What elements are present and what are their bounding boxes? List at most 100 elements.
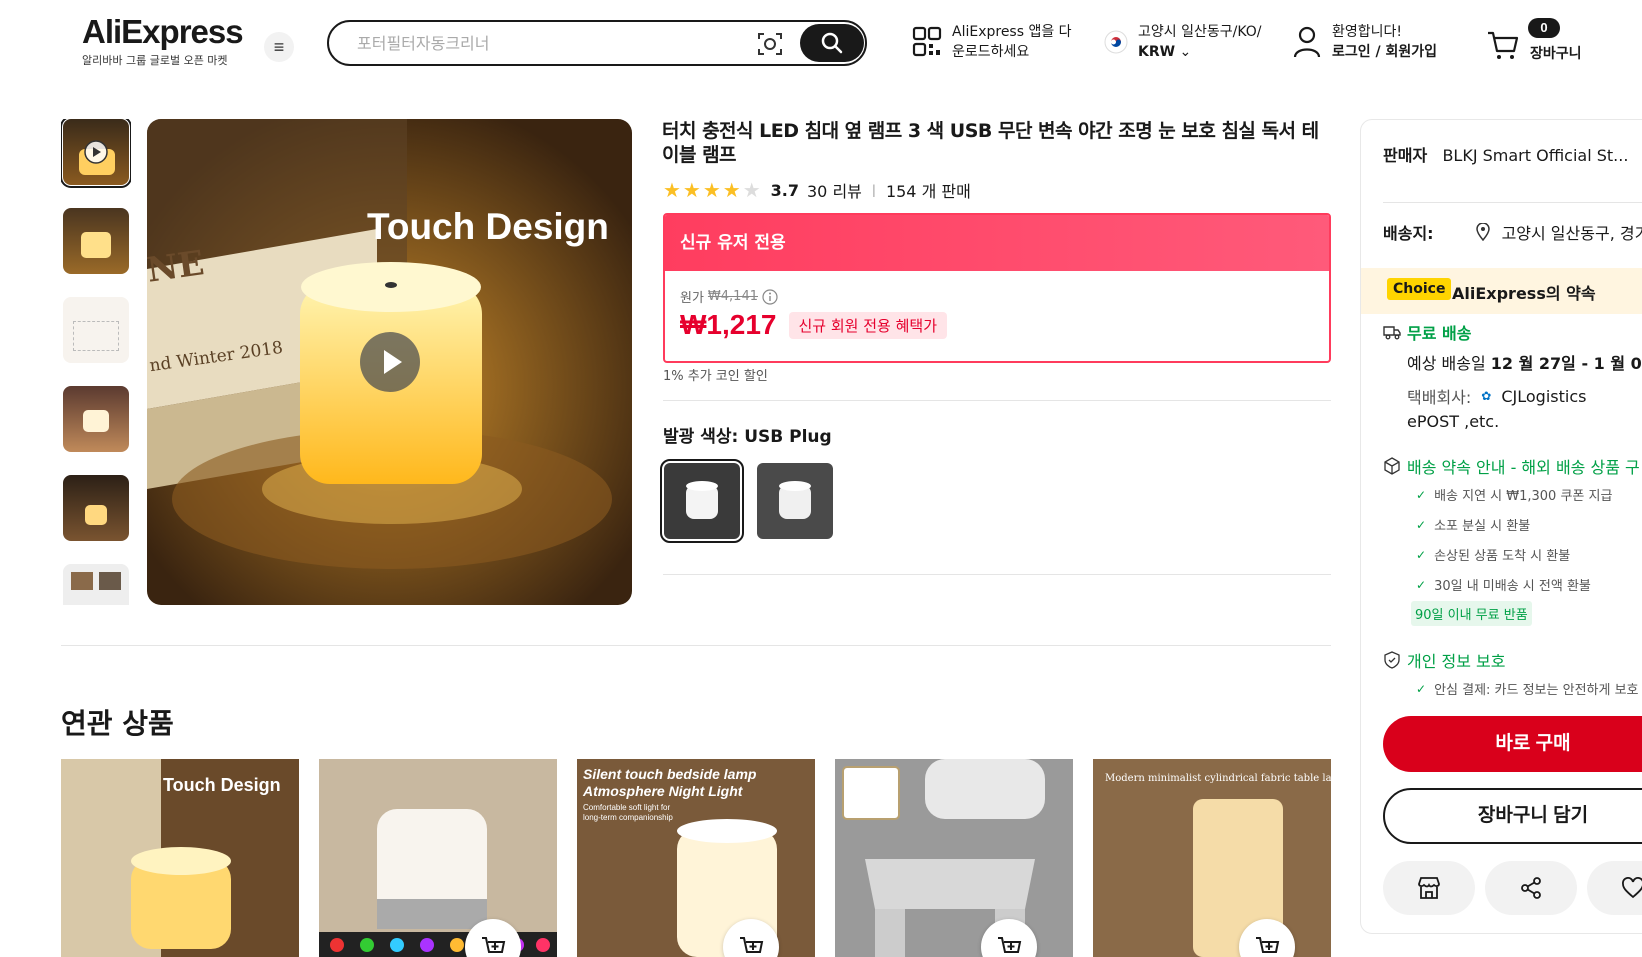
korea-flag-icon (1104, 30, 1128, 54)
check-icon: ✓ (1416, 487, 1427, 502)
region-text: 고양시 일산동구/KO/ (1138, 24, 1262, 40)
box-icon (1384, 457, 1400, 475)
store-icon (1418, 877, 1440, 899)
thumbnail-image[interactable] (63, 475, 129, 541)
welcome-text: 환영합니다! (1332, 24, 1403, 40)
related-product-card[interactable]: Modern minimalist cylindrical fabric tab… (1093, 759, 1331, 957)
card-caption: Modern minimalist cylindrical fabric tab… (1105, 773, 1331, 784)
search-bar (327, 20, 867, 66)
new-user-promo-box: 신규 유저 전용 원가 ₩4,141 ₩1,217 신규 회원 전용 혜택가 (663, 213, 1331, 363)
check-icon: ✓ (1416, 517, 1427, 532)
cart-icon (1488, 31, 1519, 59)
thumbnail-image[interactable] (63, 564, 129, 605)
separator: | (871, 183, 876, 197)
choice-promise-title: AliExpress의 약속 (1452, 284, 1596, 303)
sale-price-row: ₩1,217 신규 회원 전용 혜택가 (680, 309, 948, 341)
region-selector[interactable]: 고양시 일산동구/KO/ KRW ⌄ (1104, 22, 1261, 62)
thumbnail-list (61, 119, 131, 605)
app-download-line2: 운로드하세요 (952, 44, 1030, 60)
privacy-row[interactable]: 개인 정보 보호 (1383, 648, 1506, 672)
promo-header: 신규 유저 전용 (665, 215, 1329, 271)
add-to-cart-button[interactable]: 장바구니 담기 (1383, 788, 1642, 844)
swatch-image (664, 463, 740, 539)
add-cart-icon (482, 937, 506, 953)
wishlist-button[interactable] (1587, 861, 1642, 915)
thumbnail-video[interactable] (61, 119, 131, 188)
promise-item: ✓ 손상된 상품 도착 시 환불 (1416, 545, 1570, 565)
card-caption-4: long-term companionship (583, 813, 673, 822)
share-button[interactable] (1485, 861, 1577, 915)
divider (61, 645, 1331, 646)
privacy-text: 안심 결제: 카드 정보는 안전하게 보호 (1434, 683, 1639, 698)
estimated-delivery-dates: 12 월 27일 - 1 월 0 (1490, 354, 1642, 373)
main-product-image[interactable]: Touch Design NE nd Winter 2018 (147, 119, 632, 605)
share-icon (1521, 877, 1541, 899)
main-image-caption: Touch Design (367, 206, 609, 247)
promise-text: 30일 내 미배송 시 전액 환불 (1434, 579, 1591, 594)
thumbnail-image[interactable] (63, 208, 129, 274)
divider (663, 574, 1331, 575)
aliexpress-logo[interactable]: AliExpress 알리바바 그룹 글로벌 오픈 마켓 (82, 13, 244, 68)
heart-icon (1622, 877, 1642, 899)
free-shipping-text: 무료 배송 (1407, 324, 1472, 343)
play-video-icon[interactable] (359, 331, 421, 393)
ship-to-value: 고양시 일산동구, 경기도 (1501, 224, 1642, 243)
sold-count: 154 개 판매 (885, 182, 971, 201)
ship-to-row[interactable]: 배송지: 고양시 일산동구, 경기도 (1383, 220, 1642, 244)
courier-row: 택배회사: ✿ CJLogistics (1407, 384, 1586, 408)
info-icon[interactable] (762, 288, 778, 305)
related-product-card[interactable] (835, 759, 1073, 957)
thumbnail-image[interactable] (63, 386, 129, 452)
delivery-promise-title: 배송 약속 안내 - 해외 배송 상품 구 (1407, 458, 1640, 477)
thumbnail-image[interactable] (63, 297, 129, 363)
purchase-side-panel: 판매자 BLKJ Smart Official St... 배송지: 고양시 일… (1360, 119, 1642, 934)
add-cart-icon (740, 937, 764, 953)
product-thumbnail (835, 759, 1073, 957)
image-search-icon[interactable] (757, 31, 783, 57)
card-caption-1: Silent touch bedside lamp (583, 766, 757, 782)
play-icon (84, 140, 108, 164)
search-input[interactable] (357, 31, 737, 55)
free-return-badge: 90일 이내 무료 반품 (1411, 601, 1532, 626)
sale-price: ₩1,217 (680, 309, 777, 340)
user-icon (1293, 26, 1321, 58)
promise-text: 배송 지연 시 ₩1,300 쿠폰 지급 (1434, 489, 1613, 504)
related-product-card[interactable]: Silent touch bedside lamp Atmosphere Nig… (577, 759, 815, 957)
location-pin-icon (1475, 223, 1490, 241)
review-count-link[interactable]: 30 리뷰 (807, 178, 862, 202)
search-button[interactable] (800, 24, 864, 62)
buy-now-button[interactable]: 바로 구매 (1383, 716, 1642, 772)
related-products-title: 연관 상품 (61, 707, 174, 740)
hamburger-icon[interactable]: ≡ (264, 32, 294, 62)
courier-label: 택배회사: (1407, 388, 1472, 407)
color-option-rechargeable[interactable] (757, 463, 833, 539)
qr-code-icon (912, 26, 942, 57)
check-icon: ✓ (1416, 547, 1427, 562)
logo-subtitle: 알리바바 그룹 글로벌 오픈 마켓 (82, 54, 228, 67)
check-icon: ✓ (1416, 577, 1427, 592)
login-signup-link[interactable]: 로그인 / 회원가입 (1332, 42, 1437, 62)
ship-to-label: 배송지: (1383, 224, 1434, 243)
currency-text: KRW (1138, 44, 1176, 60)
account-menu[interactable]: 환영합니다! 로그인 / 회원가입 (1292, 22, 1437, 62)
seller-name-link[interactable]: BLKJ Smart Official St... (1442, 146, 1628, 165)
related-product-card[interactable] (319, 759, 557, 957)
logo-text: AliExpress (82, 13, 244, 50)
color-option-usb-plug[interactable] (660, 459, 744, 543)
app-download[interactable]: AliExpress 앱을 다 운로드하세요 (912, 22, 1072, 62)
card-caption-2: Atmosphere Night Light (583, 783, 743, 799)
store-button[interactable] (1383, 861, 1475, 915)
original-price-label: 원가 (680, 291, 704, 306)
delivery-promise-row[interactable]: 배송 약속 안내 - 해외 배송 상품 구 (1383, 454, 1640, 478)
choice-badge: Choice (1387, 278, 1452, 300)
divider (1383, 202, 1642, 203)
chevron-down-icon: ⌄ (1179, 44, 1192, 60)
add-cart-icon (1256, 937, 1280, 953)
add-cart-icon (998, 937, 1022, 953)
color-option-label: 발광 색상: USB Plug (663, 427, 832, 447)
original-price: 원가 ₩4,141 (680, 287, 778, 306)
card-caption: Touch Design (163, 775, 281, 795)
cj-logo-icon: ✿ (1481, 389, 1492, 403)
related-product-card[interactable]: Touch Design (61, 759, 299, 957)
shield-icon (1384, 651, 1400, 669)
